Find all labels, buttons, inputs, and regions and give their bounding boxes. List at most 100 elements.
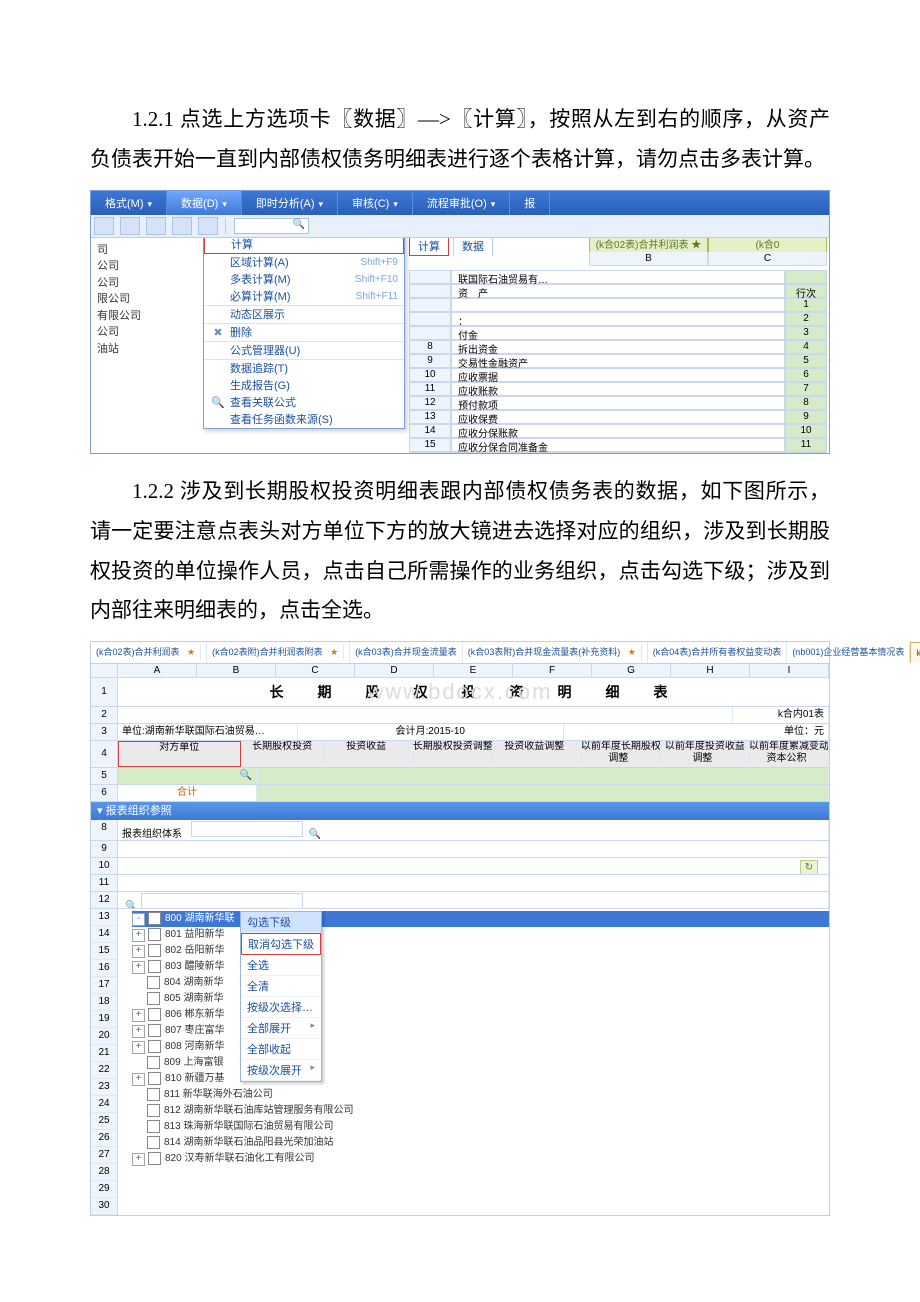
menu-item[interactable]: 公式管理器(U) [204,342,404,359]
menu-item[interactable]: ✖删除 [204,324,404,341]
workbook-tab[interactable]: (k合04表)合并所有者权益变动表 [648,642,788,663]
magnifier-icon[interactable]: 🔍 [239,770,251,781]
tree-node[interactable]: 805 湖南新华 [132,991,829,1007]
row-number: 29 [91,1181,117,1198]
expand-icon[interactable]: + [132,1073,145,1086]
ribbon-icon[interactable] [146,217,166,235]
context-menu-item[interactable]: 取消勾选下级 [241,933,321,955]
menu-item[interactable]: 动态区展示 [204,306,404,323]
sheet-tab[interactable]: (k合02表)合并利润表 ★ [589,238,708,253]
checkbox[interactable] [148,928,161,941]
context-menu-item[interactable]: 按级次展开▸ [241,1060,321,1081]
checkbox[interactable] [147,1088,160,1101]
menu-item[interactable]: 生成报告(G) [204,377,404,394]
checkbox[interactable] [147,1056,160,1069]
org-ref-panel-header[interactable]: ▾ 报表组织参照 [91,802,829,820]
tree-node[interactable]: +808 河南新华 [132,1039,829,1055]
tree-node[interactable]: +820 汉寿新华联石油化工有限公司 [132,1151,829,1167]
tree-search-input[interactable] [141,893,303,908]
menu-workflow[interactable]: 流程审批(O)▾ [413,191,510,215]
tree-node[interactable]: 811 新华联海外石油公司 [132,1087,829,1103]
workbook-tab[interactable]: (k合02表附)合并利润表附表 ★ [207,642,350,663]
expand-icon[interactable]: + [132,961,145,974]
menu-item[interactable]: 🔍查看关联公式 [204,394,404,411]
tree-node[interactable]: +810 新疆万基 [132,1071,829,1087]
context-menu-item[interactable]: 全选 [241,955,321,976]
expand-icon[interactable]: + [132,1041,145,1054]
tree-node[interactable]: 804 湖南新华 [132,975,829,991]
menu-data[interactable]: 数据(D)▾ [167,191,242,215]
context-menu-item[interactable]: 按级次选择… [241,997,321,1018]
expand-icon[interactable]: + [132,1153,145,1166]
ribbon-icon[interactable] [120,217,140,235]
workbook-tab[interactable]: (nb001)企业经营基本情况表 [787,642,910,663]
column-label: F [513,664,592,677]
menu-item[interactable]: 查看任务函数来源(S) [204,411,404,428]
workbook-tab[interactable]: (k合03表)合并现金流量表 [350,642,463,663]
checkbox[interactable] [147,992,160,1005]
expand-icon[interactable]: + [132,1025,145,1038]
menu-report[interactable]: 报 [510,191,550,215]
refresh-icon[interactable]: ↻ [800,860,818,874]
checkbox[interactable] [147,1120,160,1133]
expand-icon[interactable]: + [132,929,145,942]
search-icon[interactable]: 🔍 [309,829,321,840]
search-input[interactable]: 🔍 [234,218,309,234]
row-number: 3 [91,724,118,740]
context-menu-item[interactable]: 勾选下级 [241,912,321,933]
tree-node[interactable]: +806 郴东新华 [132,1007,829,1023]
context-menu-item[interactable]: 全部收起 [241,1039,321,1060]
menu-item[interactable]: 区域计算(A)Shift+F9 [204,254,404,271]
tree-node[interactable]: +803 醴陵新华 [132,959,829,975]
checkbox[interactable] [147,976,160,989]
menu-audit[interactable]: 审核(C)▾ [338,191,413,215]
expand-icon[interactable]: + [132,1009,145,1022]
context-menu-item[interactable]: 全部展开▸ [241,1018,321,1039]
ribbon-icon[interactable] [172,217,192,235]
menu-item[interactable]: 多表计算(M)Shift+F10 [204,271,404,288]
checkbox[interactable] [148,1040,161,1053]
subtab-data[interactable]: 数据 [453,238,493,256]
workbook-tab[interactable]: (k合03表附)合并现金流量表(补充资料) ★ [463,642,648,663]
org-tree[interactable]: -800 湖南新华联+801 益阳新华+802 岳阳新华+803 醴陵新华804… [118,911,829,1167]
tree-node[interactable]: +802 岳阳新华 [132,943,829,959]
tree-node[interactable]: +807 枣庄富华 [132,1023,829,1039]
context-menu-item[interactable]: 全清 [241,976,321,997]
org-system-input[interactable] [191,821,303,837]
column-header: 投资收益调整 [493,741,577,767]
tree-node[interactable]: 812 湖南新华联石油库站管理服务有限公司 [132,1103,829,1119]
menu-item[interactable]: 数据追踪(T) [204,360,404,377]
tree-node[interactable]: +801 益阳新华 [132,927,829,943]
tree-node[interactable]: 809 上海富银 [132,1055,829,1071]
menu-item[interactable]: 必算计算(M)Shift+F11 [204,288,404,305]
menu-format[interactable]: 格式(M)▾ [91,191,167,215]
checkbox[interactable] [148,960,161,973]
checkbox[interactable] [147,1104,160,1117]
tree-node[interactable]: -800 湖南新华联 [132,911,829,927]
checkbox[interactable] [148,944,161,957]
menu-item[interactable]: 计算 [204,238,404,254]
checkbox[interactable] [148,912,161,925]
checkbox[interactable] [148,1072,161,1085]
ribbon-icon[interactable] [198,217,218,235]
subtab-compute[interactable]: 计算 [409,238,449,256]
checkbox[interactable] [148,1152,161,1165]
spreadsheet-grid[interactable]: 联国际石油贸易有…资 产行次1：2付金38拆出资金49交易性金融资产510应收票… [409,270,827,453]
checkbox[interactable] [148,1008,161,1021]
workbook-tab-active[interactable]: k合内01表)长期股权投 [910,642,920,663]
left-tree-fragment: 司 公司公司 限公司 有限公司 公司油站 [91,238,211,453]
expand-icon[interactable]: - [132,913,145,926]
row-number: 13 [91,909,117,926]
checkbox[interactable] [148,1024,161,1037]
workbook-tab[interactable]: (k合02表)合并利润表 ★ [91,642,207,663]
ribbon-icon[interactable] [94,217,114,235]
expand-icon[interactable]: + [132,945,145,958]
tree-node[interactable]: 813 珠海新华联国际石油贸易有限公司 [132,1119,829,1135]
search-icon[interactable]: 🔍 [125,901,137,908]
ribbon-toolbar: 🔍 [91,215,829,238]
menu-analyze[interactable]: 即时分析(A)▾ [242,191,338,215]
tree-node[interactable]: 814 湖南新华联石油品阳县光荣加油站 [132,1135,829,1151]
row-number: 17 [91,977,117,994]
sheet-tab[interactable]: (k合0 [708,238,827,253]
checkbox[interactable] [147,1136,160,1149]
